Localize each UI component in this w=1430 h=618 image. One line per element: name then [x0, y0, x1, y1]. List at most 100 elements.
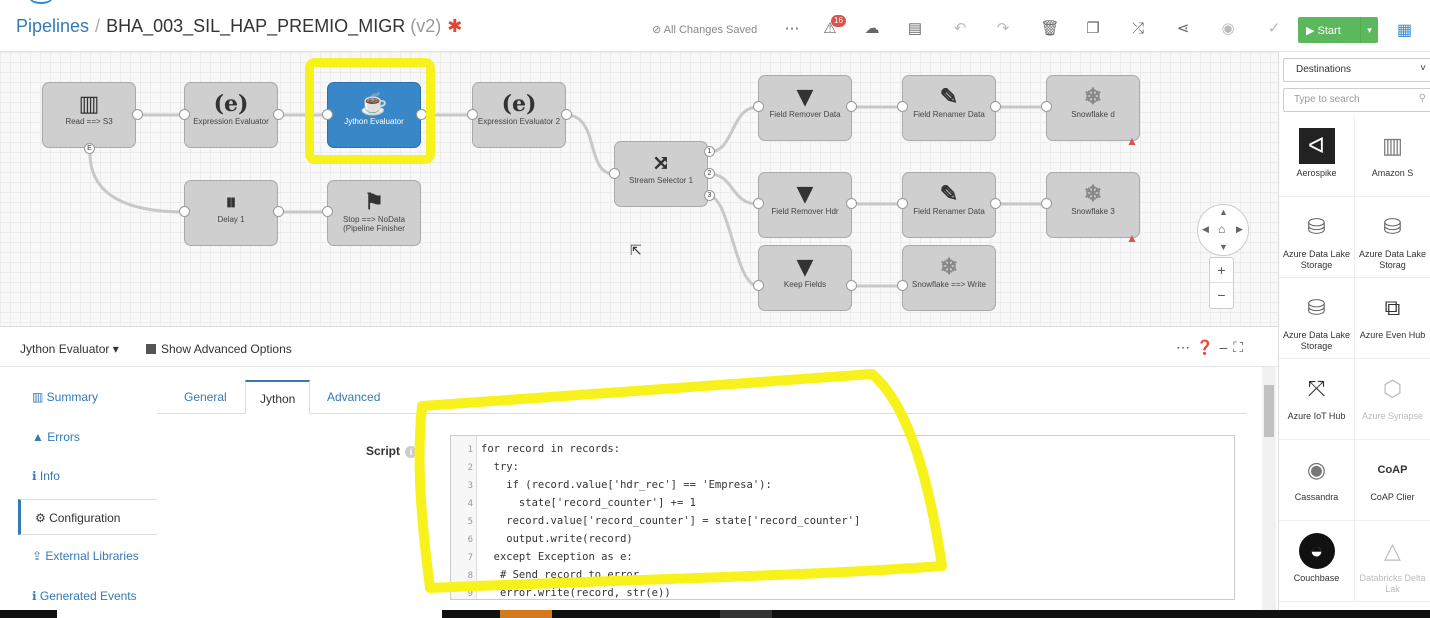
app-logo[interactable]	[30, 0, 52, 4]
help-icon[interactable]: ❓	[1196, 339, 1219, 355]
input-port[interactable]	[609, 168, 620, 179]
palette-item-azure-dls-1[interactable]: ⛁ Azure Data Lake Storage	[1279, 197, 1355, 278]
pan-left-icon[interactable]: ◀	[1202, 224, 1209, 235]
input-port[interactable]	[179, 206, 190, 217]
validate-icon[interactable]: ✓	[1264, 18, 1284, 40]
nav-configuration[interactable]: ⚙ Configuration	[18, 499, 157, 535]
stage-read-s3[interactable]: ▥ Read ==> S3	[42, 82, 136, 148]
output-port[interactable]	[561, 109, 572, 120]
minimize-icon[interactable]: –	[1219, 339, 1233, 355]
pan-up-icon[interactable]: ▲	[1219, 207, 1228, 217]
input-port[interactable]	[467, 109, 478, 120]
stage-stream-selector[interactable]: ⤨ Stream Selector 1	[614, 141, 708, 207]
output-port-3[interactable]: 3	[704, 190, 715, 201]
nav-summary[interactable]: ▥ Summary	[18, 379, 157, 415]
stage-selector-dropdown[interactable]: Jython Evaluator ▾	[20, 342, 119, 356]
panel-scrollbar[interactable]	[1262, 367, 1276, 610]
input-port[interactable]	[753, 280, 764, 291]
input-port[interactable]	[1041, 101, 1052, 112]
output-port[interactable]	[990, 198, 1001, 209]
palette-item-coap-client[interactable]: CoAP CoAP Clier	[1355, 440, 1430, 521]
input-port[interactable]	[897, 198, 908, 209]
pipeline-canvas[interactable]: ▥ Read ==> S3 E (e) Expression Evaluator ☕…	[0, 52, 1278, 327]
input-port[interactable]	[753, 198, 764, 209]
share-icon[interactable]: ⋖	[1173, 18, 1193, 40]
input-port[interactable]	[897, 101, 908, 112]
error-port[interactable]: E	[84, 143, 95, 154]
zoom-out-icon[interactable]: −	[1210, 283, 1233, 308]
undo-icon[interactable]: ↶	[950, 18, 970, 40]
output-port[interactable]	[273, 109, 284, 120]
palette-item-amazon-s3[interactable]: ▥ Amazon S	[1355, 116, 1430, 197]
input-port[interactable]	[753, 101, 764, 112]
pan-control[interactable]: ▲ ◀ ⌂ ▶ ▼	[1197, 204, 1249, 256]
palette-item-azure-dls-2[interactable]: ⛁ Azure Data Lake Storag	[1355, 197, 1430, 278]
output-port[interactable]	[846, 101, 857, 112]
warning-icon[interactable]: ▲	[1126, 231, 1138, 245]
tab-jython[interactable]: Jython	[245, 380, 311, 414]
palette-item-cassandra[interactable]: ◉ Cassandra	[1279, 440, 1355, 521]
palette-item-azure-synapse[interactable]: ⬡ Azure Synapse	[1355, 359, 1430, 440]
redo-icon[interactable]: ↷	[993, 18, 1013, 40]
output-port-1[interactable]: 1	[704, 146, 715, 157]
palette-item-databricks-delta[interactable]: △ Databricks Delta Lak	[1355, 521, 1430, 602]
zoom-in-icon[interactable]: +	[1210, 258, 1233, 283]
nav-generated-events[interactable]: ℹ Generated Events	[18, 578, 157, 614]
palette-item-azure-event-hub[interactable]: ⧉ Azure Even Hub	[1355, 278, 1430, 359]
document-icon[interactable]: ▤	[905, 18, 925, 40]
stage-pipeline-finisher[interactable]: ⚑ Stop ==> NoData (Pipeline Finisher	[327, 180, 421, 246]
stage-keep-fields[interactable]: ▼ Keep Fields	[758, 245, 852, 311]
palette-item-azure-dls-3[interactable]: ⛁ Azure Data Lake Storage	[1279, 278, 1355, 359]
stage-expression-evaluator-2[interactable]: (e) Expression Evaluator 2	[472, 82, 566, 148]
output-port[interactable]	[132, 109, 143, 120]
input-port[interactable]	[897, 280, 908, 291]
shuffle-icon[interactable]: ⤮	[1128, 18, 1148, 40]
stage-snowflake-3[interactable]: ❄ Snowflake 3	[1046, 172, 1140, 238]
tab-general[interactable]: General	[170, 380, 241, 414]
stage-expression-evaluator[interactable]: (e) Expression Evaluator	[184, 82, 278, 148]
stage-field-renamer-data[interactable]: ✎ Field Renamer Data	[902, 75, 996, 141]
app-grid-icon[interactable]: ▦	[1397, 20, 1417, 40]
advanced-options-toggle[interactable]: Show Advanced Options	[146, 342, 292, 356]
palette-item-aerospike[interactable]: ᐊ Aerospike	[1279, 116, 1355, 197]
output-port[interactable]	[846, 198, 857, 209]
output-port[interactable]	[846, 280, 857, 291]
scrollbar-thumb[interactable]	[1264, 385, 1274, 437]
input-port[interactable]	[179, 109, 190, 120]
home-icon[interactable]: ⌂	[1218, 222, 1225, 236]
output-port-2[interactable]: 2	[704, 168, 715, 179]
palette-item-couchbase[interactable]: ◒ Couchbase	[1279, 521, 1355, 602]
stage-snowflake-write[interactable]: ❄ Snowflake ==> Write	[902, 245, 996, 311]
warning-icon[interactable]: ▲	[1126, 134, 1138, 148]
stage-field-remover-data[interactable]: ▼ Field Remover Data	[758, 75, 852, 141]
input-port[interactable]	[1041, 198, 1052, 209]
pan-right-icon[interactable]: ▶	[1236, 224, 1243, 235]
start-button[interactable]: ▶ Start ▾	[1298, 17, 1378, 43]
palette-item-azure-iot-hub[interactable]: ⤧ Azure IoT Hub	[1279, 359, 1355, 440]
breadcrumb-pipelines-link[interactable]: Pipelines	[16, 16, 89, 36]
pan-down-icon[interactable]: ▼	[1219, 242, 1228, 252]
checkbox-checked-icon[interactable]	[146, 344, 156, 354]
stage-type-select[interactable]: Destinations ˅	[1283, 58, 1430, 82]
stage-field-remover-hdr[interactable]: ▼ Field Remover Hdr	[758, 172, 852, 238]
nav-info[interactable]: ℹ Info	[18, 458, 157, 494]
stage-field-renamer-hdr[interactable]: ✎ Field Renamer Data	[902, 172, 996, 238]
duplicate-icon[interactable]: ❐	[1083, 18, 1103, 40]
info-icon[interactable]: i	[405, 446, 418, 458]
nav-errors[interactable]: ▲ Errors	[18, 419, 157, 455]
input-port[interactable]	[322, 206, 333, 217]
start-dropdown-icon[interactable]: ▾	[1360, 17, 1378, 43]
output-port[interactable]	[273, 206, 284, 217]
script-editor[interactable]: 1 for record in records: 2 try: 3 if (rec…	[450, 435, 1235, 600]
stage-delay[interactable]: ⏸ Delay 1	[184, 180, 278, 246]
stage-snowflake-d[interactable]: ❄ Snowflake d	[1046, 75, 1140, 141]
more-icon[interactable]: ⋯	[782, 18, 802, 40]
stage-search-input[interactable]: Type to search ⚲	[1283, 88, 1430, 112]
cloud-icon[interactable]: ☁	[862, 18, 882, 40]
more-icon[interactable]: ⋯	[1176, 339, 1196, 355]
nav-external-libraries[interactable]: ⇪ External Libraries	[18, 538, 157, 574]
preview-eye-icon[interactable]: ◉	[1218, 18, 1238, 40]
tab-advanced[interactable]: Advanced	[313, 380, 394, 414]
delete-icon[interactable]: 🗑	[1040, 18, 1060, 40]
maximize-icon[interactable]: ⛶	[1233, 339, 1249, 355]
